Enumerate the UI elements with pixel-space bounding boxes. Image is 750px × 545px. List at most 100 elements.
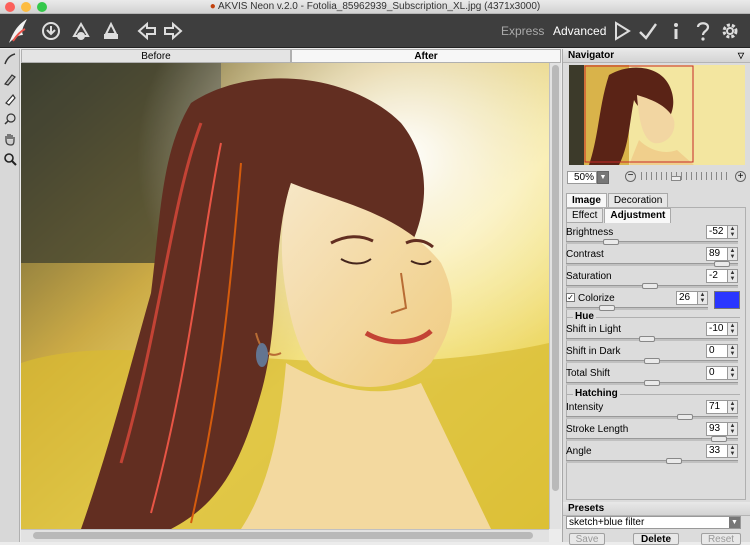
presets-select[interactable]: sketch+blue filter ▼ [566,516,741,529]
image-canvas[interactable] [21,63,549,529]
stroke-length-slider[interactable] [566,436,738,442]
redo-arrow-icon[interactable] [160,18,186,44]
akvis-logo-icon [3,16,33,46]
tab-before[interactable]: Before [21,49,291,63]
tab-after[interactable]: After [291,49,561,63]
shift-light-stepper[interactable]: ▲ ▼ [728,322,738,336]
brush-tool-icon[interactable] [0,69,20,89]
title-bar: ● AKVIS Neon v.2.0 - Fotolia_85962939_Su… [0,0,750,14]
tab-adjustment[interactable]: Adjustment [604,208,672,223]
brightness-input[interactable]: -52 [706,225,728,239]
saturation-slider[interactable] [566,283,738,289]
colorize-checkbox[interactable]: ✓ [566,293,575,302]
contrast-input[interactable]: 89 [706,247,728,261]
zoom-window-button[interactable] [37,2,47,12]
total-shift-input[interactable]: 0 [706,366,728,380]
view-tabs: Before After [21,49,561,63]
collapse-chevron-icon[interactable]: ▽ [738,49,744,63]
tab-image[interactable]: Image [566,193,607,208]
contrast-slider-thumb[interactable] [714,261,730,267]
shift-dark-stepper[interactable]: ▲ ▼ [728,344,738,358]
brightness-slider-thumb[interactable] [603,239,619,245]
navigator-title: Navigator [568,50,615,61]
save-preset-button[interactable]: Save [569,533,605,545]
navigator-thumbnail[interactable] [569,65,745,165]
stroke-length-input[interactable]: 93 [706,422,728,436]
total-shift-slider-thumb[interactable] [644,380,660,386]
shift-dark-slider-thumb[interactable] [644,358,660,364]
info-icon[interactable] [663,18,689,44]
saturation-label: Saturation [566,271,612,282]
total-shift-slider[interactable] [566,380,738,386]
colorize-slider[interactable] [566,305,708,311]
zoom-slider-thumb[interactable] [671,176,681,181]
angle-stepper[interactable]: ▲ ▼ [728,444,738,458]
vertical-scrollbar[interactable] [549,63,561,529]
open-file-icon[interactable] [38,18,64,44]
neon-portrait-image [21,63,549,529]
angle-slider[interactable] [566,458,738,464]
saturation-stepper[interactable]: ▲ ▼ [728,269,738,283]
intensity-input[interactable]: 71 [706,400,728,414]
help-icon[interactable] [690,18,716,44]
intensity-slider[interactable] [566,414,738,420]
colorize-stepper[interactable]: ▲ ▼ [698,291,708,305]
saturation-slider-thumb[interactable] [642,283,658,289]
angle-input[interactable]: 33 [706,444,728,458]
total-shift-label: Total Shift [566,368,610,379]
presets-dropdown-icon[interactable]: ▼ [729,517,740,528]
express-mode-button[interactable]: Express [501,24,544,38]
zoom-dropdown-icon[interactable]: ▼ [597,171,609,184]
hatching-group-label: Hatching [573,388,620,399]
brightness-stepper[interactable]: ▲ ▼ [728,225,738,239]
shift-dark-slider[interactable] [566,358,738,364]
reset-preset-button[interactable]: Reset [701,533,741,545]
tab-decoration[interactable]: Decoration [607,193,669,208]
contrast-stepper[interactable]: ▲ ▼ [728,247,738,261]
delete-preset-button[interactable]: Delete [633,533,679,545]
print-icon[interactable] [98,18,124,44]
stroke-length-stepper[interactable]: ▲ ▼ [728,422,738,436]
contrast-slider[interactable] [566,261,738,267]
brightness-slider[interactable] [566,239,738,245]
advanced-mode-button[interactable]: Advanced [553,24,606,38]
total-shift-stepper[interactable]: ▲ ▼ [728,366,738,380]
preferences-gear-icon[interactable] [717,18,743,44]
colorize-slider-thumb[interactable] [599,305,615,311]
stroke-length-slider-thumb[interactable] [711,436,727,442]
intensity-slider-thumb[interactable] [677,414,693,420]
tab-effect[interactable]: Effect [566,208,604,223]
shift-light-slider[interactable] [566,336,738,342]
colorize-color-swatch[interactable] [714,291,740,309]
navigator-header[interactable]: Navigator ▽ [563,49,750,63]
eraser-tool-icon[interactable] [0,89,20,109]
zoom-in-icon[interactable]: + [735,171,746,182]
hue-group: Hue [566,311,740,322]
apply-check-icon[interactable] [635,18,661,44]
run-play-icon[interactable] [609,18,635,44]
intensity-label: Intensity [566,402,604,413]
zoom-slider[interactable] [641,172,727,181]
horizontal-scroll-thumb[interactable] [33,532,533,539]
zoom-input[interactable]: 50% [567,171,597,184]
contrast-label: Contrast [566,249,604,260]
saturation-input[interactable]: -2 [706,269,728,283]
shift-light-input[interactable]: -10 [706,322,728,336]
close-window-button[interactable] [5,2,15,12]
history-brush-icon[interactable] [0,109,20,129]
zoom-row: 50% ▼ − + [563,169,750,185]
direction-brush-icon[interactable] [0,49,20,69]
minimize-window-button[interactable] [21,2,31,12]
zoom-out-icon[interactable]: − [625,171,636,182]
shift-light-slider-thumb[interactable] [639,336,655,342]
save-file-icon[interactable] [68,18,94,44]
vertical-scroll-thumb[interactable] [552,65,559,491]
shift-dark-input[interactable]: 0 [706,344,728,358]
intensity-stepper[interactable]: ▲ ▼ [728,400,738,414]
undo-arrow-icon[interactable] [134,18,160,44]
angle-slider-thumb[interactable] [666,458,682,464]
horizontal-scrollbar[interactable] [21,529,549,542]
hand-tool-icon[interactable] [0,129,20,149]
zoom-tool-icon[interactable] [0,149,20,169]
colorize-input[interactable]: 26 [676,291,698,305]
